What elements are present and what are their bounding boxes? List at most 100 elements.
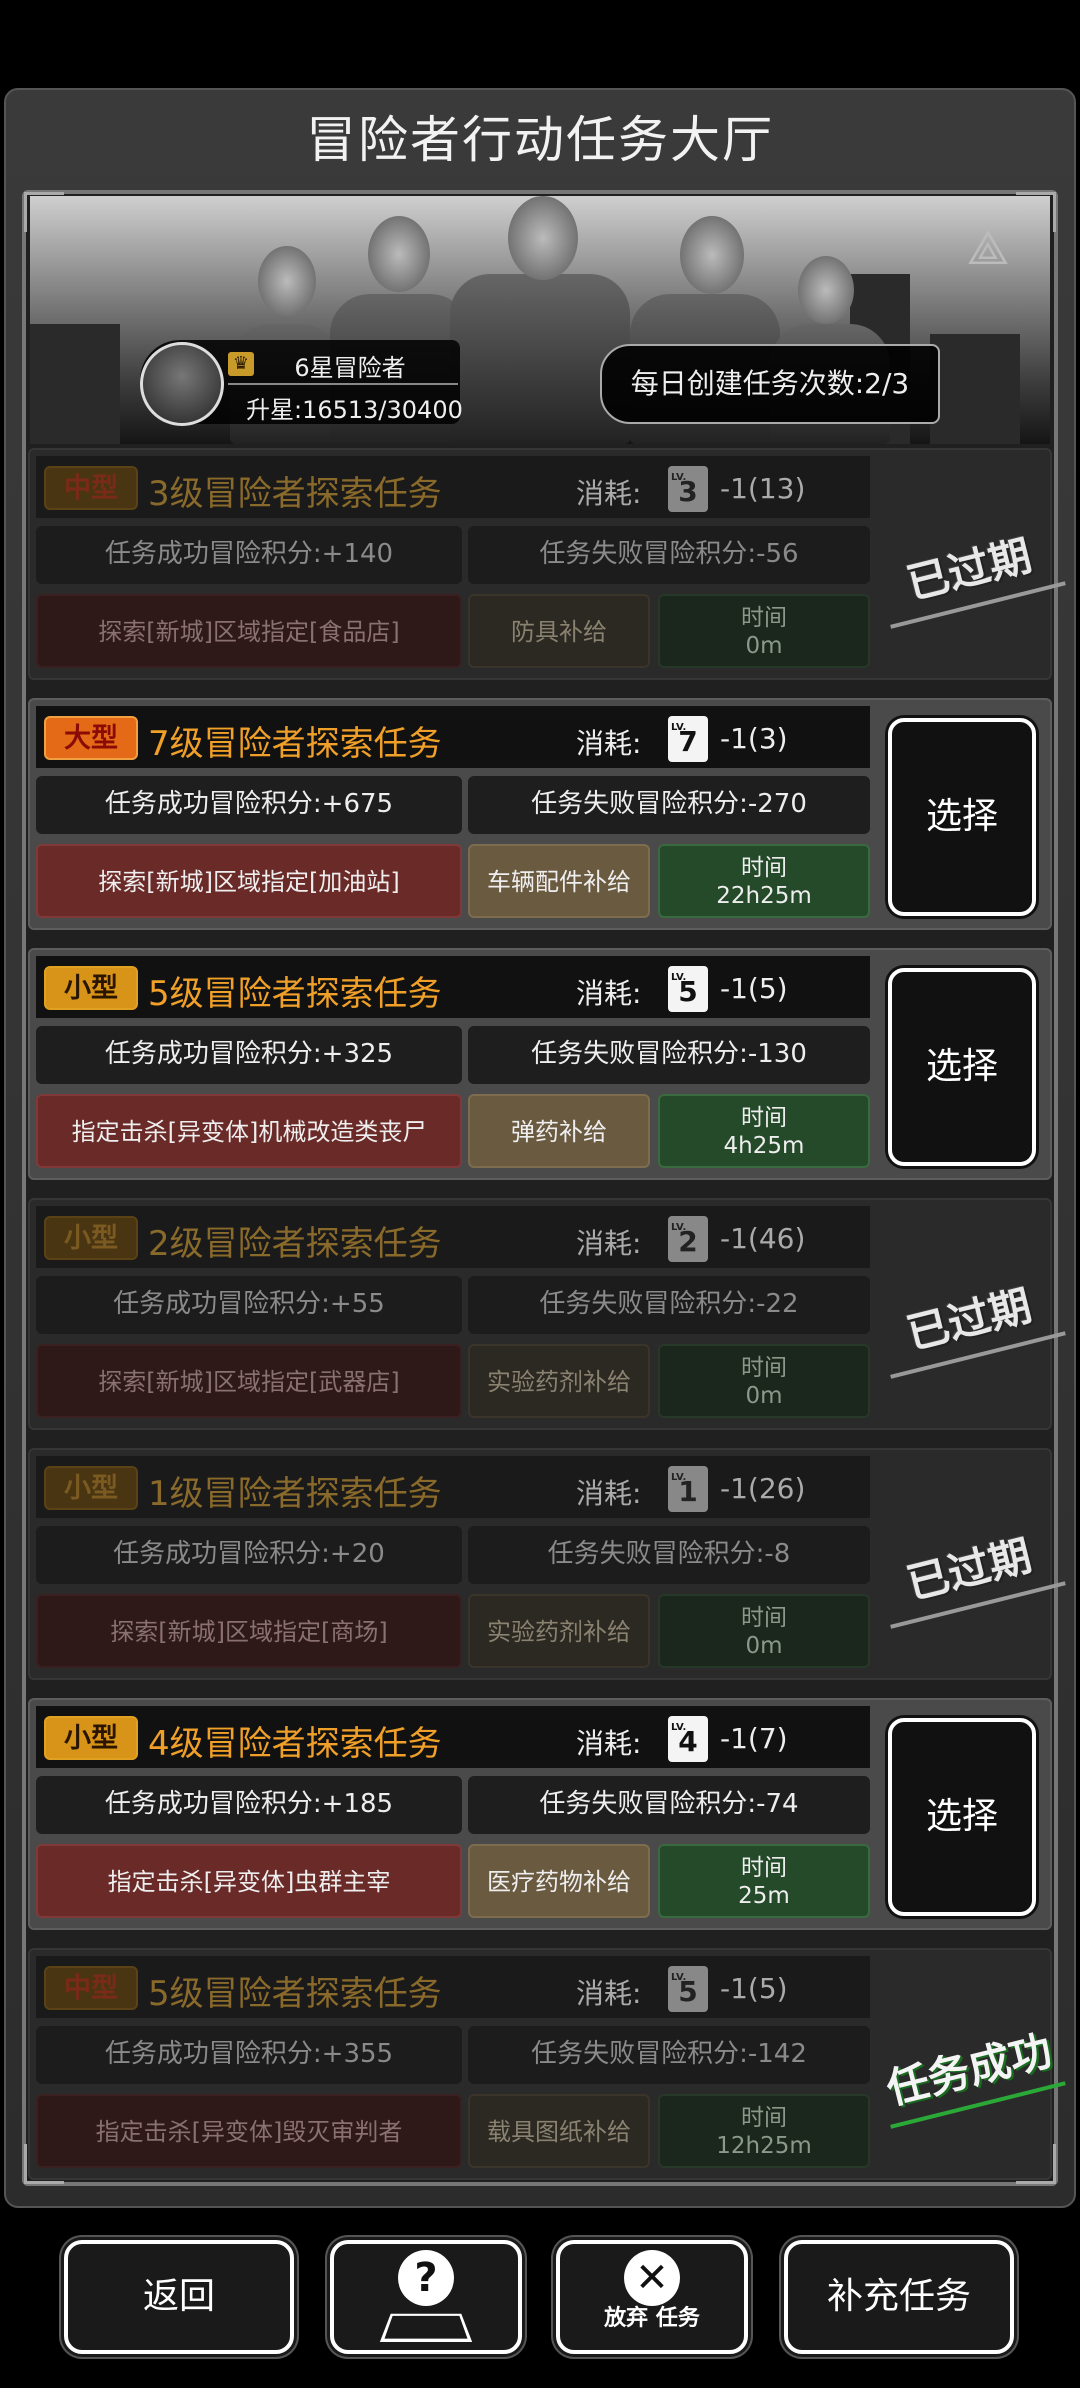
fail-points: 任务失败冒险积分:-130	[468, 1026, 870, 1084]
fail-points: 任务失败冒险积分:-142	[468, 2026, 870, 2084]
task-objective: 探索[新城]区域指定[加油站]	[36, 844, 462, 918]
task-objective: 指定击杀[异变体]毁灭审判者	[36, 2094, 462, 2168]
select-button[interactable]: 选择	[888, 1718, 1036, 1916]
time-value: 22h25m	[716, 883, 812, 909]
time-label: 时间	[741, 2105, 787, 2131]
task-objective: 指定击杀[异变体]虫群主宰	[36, 1844, 462, 1918]
task-size-tag: 小型	[44, 1716, 138, 1760]
task-time: 时间 12h25m	[658, 2094, 870, 2168]
expired-stamp: 已过期	[874, 1267, 1066, 1379]
level-card-icon: LV. 7	[668, 716, 708, 762]
cost-label: 消耗:	[576, 727, 642, 760]
task-card: 小型 1级冒险者探索任务 消耗: LV. 1 -1(26) 任务成功冒险积分:+2…	[28, 1448, 1066, 1680]
task-card: 小型 5级冒险者探索任务 消耗: LV. 5 -1(5) 任务成功冒险积分:+32…	[28, 948, 1052, 1180]
adventurer-head	[798, 256, 854, 324]
task-name: 1级冒险者探索任务	[148, 1474, 442, 1514]
time-label: 时间	[741, 1355, 787, 1381]
task-size-tag: 小型	[44, 1216, 138, 1260]
task-header: 中型 5级冒险者探索任务 消耗: LV. 5 -1(5)	[36, 1956, 870, 2018]
question-map-icon: ?	[398, 2250, 454, 2306]
time-value: 0m	[745, 633, 783, 659]
success-points: 任务成功冒险积分:+140	[36, 526, 462, 584]
time-label: 时间	[741, 1105, 787, 1131]
select-button[interactable]: 选择	[888, 718, 1036, 916]
expired-stamp: 已过期	[874, 517, 1066, 629]
task-objective: 探索[新城]区域指定[武器店]	[36, 1344, 462, 1418]
task-header: 小型 5级冒险者探索任务 消耗: LV. 5 -1(5)	[36, 956, 870, 1018]
task-header: 中型 3级冒险者探索任务 消耗: LV. 3 -1(13)	[36, 456, 870, 518]
help-button[interactable]: ?	[330, 2240, 522, 2354]
task-time: 时间 4h25m	[658, 1094, 870, 1168]
level-card-icon: LV. 4	[668, 1716, 708, 1762]
lv-prefix: LV.	[671, 722, 687, 733]
success-points: 任务成功冒险积分:+355	[36, 2026, 462, 2084]
refill-tasks-button[interactable]: 补充任务	[784, 2240, 1014, 2354]
task-header: 小型 1级冒险者探索任务 消耗: LV. 1 -1(26)	[36, 1456, 870, 1518]
select-button[interactable]: 选择	[888, 968, 1036, 1166]
lv-prefix: LV.	[671, 1222, 687, 1233]
cost-label: 消耗:	[576, 1977, 642, 2010]
cost-label: 消耗:	[576, 477, 642, 510]
task-time: 时间 22h25m	[658, 844, 870, 918]
close-circle-icon: ✕	[624, 2250, 680, 2306]
time-label: 时间	[741, 1605, 787, 1631]
task-time: 时间 0m	[658, 594, 870, 668]
abandon-label-b: 任务	[655, 2306, 700, 2331]
cost-value: -1(46)	[720, 1222, 806, 1255]
task-supply: 车辆配件补给	[468, 844, 650, 918]
crown-icon: ♛	[228, 352, 254, 376]
back-button[interactable]: 返回	[64, 2240, 294, 2354]
success-points: 任务成功冒险积分:+55	[36, 1276, 462, 1334]
task-size-tag: 中型	[44, 1966, 138, 2010]
time-value: 25m	[738, 1883, 790, 1909]
cost-value: -1(7)	[720, 1722, 788, 1755]
task-supply: 医疗药物补给	[468, 1844, 650, 1918]
time-value: 4h25m	[723, 1133, 805, 1159]
task-time: 时间 25m	[658, 1844, 870, 1918]
avatar[interactable]	[140, 342, 224, 426]
cost-value: -1(5)	[720, 972, 788, 1005]
task-time: 时间 0m	[658, 1594, 870, 1668]
lv-prefix: LV.	[671, 1722, 687, 1733]
task-supply: 实验药剂补给	[468, 1594, 650, 1668]
daily-task-count: 每日创建任务次数:2/3	[600, 344, 940, 424]
cost-label: 消耗:	[576, 1477, 642, 1510]
lv-prefix: LV.	[671, 472, 687, 483]
cost-label: 消耗:	[576, 977, 642, 1010]
task-header: 小型 4级冒险者探索任务 消耗: LV. 4 -1(7)	[36, 1706, 870, 1768]
adventurer-head	[680, 216, 744, 294]
time-value: 0m	[745, 1383, 783, 1409]
task-card: 小型 2级冒险者探索任务 消耗: LV. 2 -1(46) 任务成功冒险积分:+5…	[28, 1198, 1066, 1430]
rank-name: 6星冒险者	[294, 354, 406, 382]
fail-points: 任务失败冒险积分:-22	[468, 1276, 870, 1334]
task-name: 4级冒险者探索任务	[148, 1724, 442, 1764]
lv-prefix: LV.	[671, 972, 687, 983]
level-card-icon: LV. 1	[668, 1466, 708, 1512]
task-name: 2级冒险者探索任务	[148, 1224, 442, 1264]
success-points: 任务成功冒险积分:+325	[36, 1026, 462, 1084]
lv-prefix: LV.	[671, 1472, 687, 1483]
level-card-icon: LV. 5	[668, 1966, 708, 2012]
adventurer-head	[258, 246, 316, 316]
building-silhouette	[930, 334, 1020, 444]
abandon-task-button[interactable]: ✕ 放弃 任务	[556, 2240, 748, 2354]
task-size-tag: 大型	[44, 716, 138, 760]
fail-points: 任务失败冒险积分:-74	[468, 1776, 870, 1834]
level-card-icon: LV. 2	[668, 1216, 708, 1262]
abandon-label: 放弃 任务	[560, 2304, 744, 2334]
cost-value: -1(5)	[720, 1972, 788, 2005]
fail-points: 任务失败冒险积分:-56	[468, 526, 870, 584]
rank-progress: 升星:16513/30400	[246, 396, 463, 424]
time-label: 时间	[741, 855, 787, 881]
task-objective: 探索[新城]区域指定[食品店]	[36, 594, 462, 668]
task-supply: 载具图纸补给	[468, 2094, 650, 2168]
success-points: 任务成功冒险积分:+20	[36, 1526, 462, 1584]
cost-value: -1(13)	[720, 472, 806, 505]
fail-points: 任务失败冒险积分:-270	[468, 776, 870, 834]
task-card: 中型 3级冒险者探索任务 消耗: LV. 3 -1(13) 任务成功冒险积分:+1…	[28, 448, 1066, 680]
task-objective: 指定击杀[异变体]机械改造类丧尸	[36, 1094, 462, 1168]
cost-label: 消耗:	[576, 1727, 642, 1760]
triangle-emblem-icon: ⟁	[966, 220, 1010, 276]
abandon-label-a: 放弃	[604, 2306, 649, 2331]
adventurer-head	[368, 216, 430, 292]
